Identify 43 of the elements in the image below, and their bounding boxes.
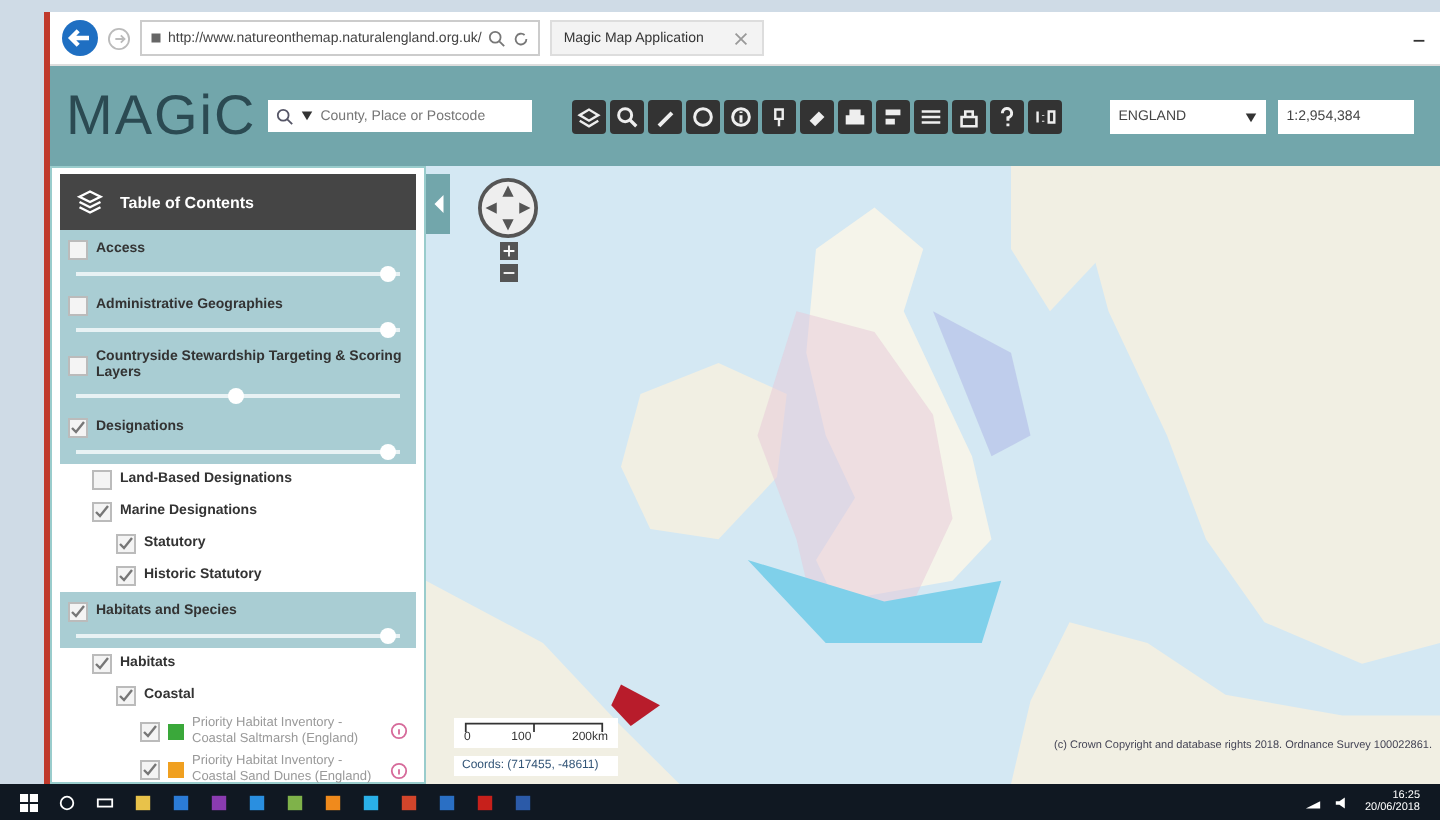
lock-icon[interactable]: [952, 99, 987, 133]
layers-icon: [76, 188, 104, 216]
back-icon[interactable]: [62, 20, 98, 56]
checkbox[interactable]: [68, 356, 88, 377]
checkbox[interactable]: [140, 760, 160, 781]
scale-line-icon: [464, 722, 604, 732]
checkbox[interactable]: [92, 469, 112, 490]
opacity-slider[interactable]: [76, 633, 400, 638]
close-icon[interactable]: [731, 29, 750, 47]
checkbox[interactable]: [92, 653, 112, 674]
caret-icon: [300, 108, 315, 122]
task-view-icon[interactable]: [96, 793, 114, 811]
ratio-icon[interactable]: [1028, 99, 1063, 133]
checkbox[interactable]: [68, 601, 88, 622]
layers-icon[interactable]: [572, 99, 607, 133]
pan-control-icon[interactable]: [478, 178, 538, 238]
caret-icon: [431, 192, 445, 216]
checkbox[interactable]: [116, 533, 136, 554]
pencil-icon[interactable]: [648, 99, 683, 133]
info-icon[interactable]: [724, 99, 759, 133]
checkbox[interactable]: [140, 721, 160, 742]
checkbox[interactable]: [92, 501, 112, 522]
checkbox[interactable]: [116, 685, 136, 706]
list-icon[interactable]: [914, 99, 949, 133]
checkbox[interactable]: [68, 296, 88, 316]
checkbox[interactable]: [116, 565, 136, 586]
page-icon: [150, 32, 162, 44]
eraser-icon[interactable]: [800, 99, 835, 133]
help-icon[interactable]: [990, 99, 1025, 133]
search-icon[interactable]: [58, 793, 76, 811]
search-icon: [276, 108, 295, 126]
windows-icon[interactable]: [20, 793, 38, 811]
panel-title: Table of Contents: [120, 193, 254, 211]
caret-icon: [1244, 109, 1259, 123]
checkbox[interactable]: [68, 240, 88, 260]
refresh-icon[interactable]: [511, 29, 530, 47]
search-icon[interactable]: [610, 99, 645, 133]
checkbox[interactable]: [68, 417, 88, 438]
logo: MAGiC: [66, 84, 257, 148]
opacity-slider[interactable]: [76, 393, 400, 398]
pin-icon[interactable]: [762, 99, 797, 133]
opacity-slider[interactable]: [76, 449, 400, 454]
collapse-tab[interactable]: [426, 174, 450, 234]
